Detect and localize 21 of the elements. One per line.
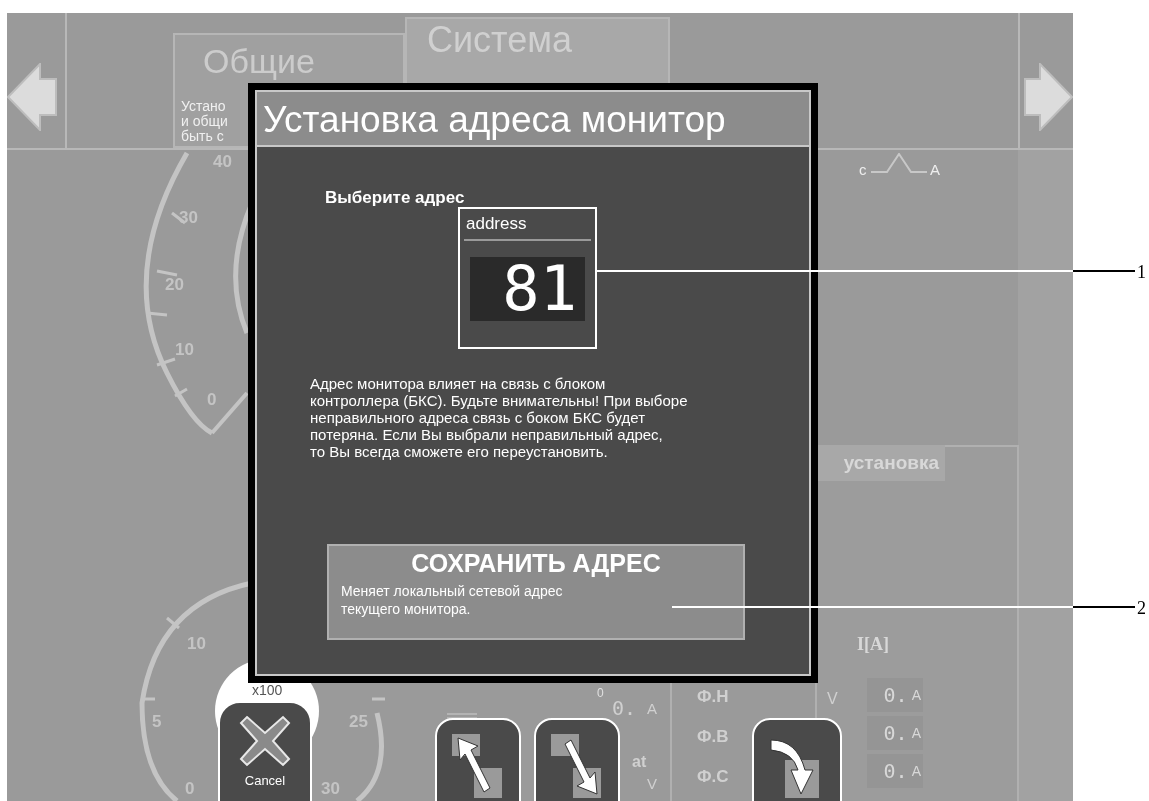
tab-description: Устано [181, 99, 226, 113]
unit-label: A [911, 723, 921, 743]
readout-value: 0. [883, 682, 908, 709]
address-label: address [464, 209, 591, 241]
scale-label: 0 [597, 687, 604, 699]
tab-description: и общи [181, 114, 228, 128]
prompt-label: Выберите адрес [325, 187, 465, 209]
multiplier-label: x100 [252, 683, 283, 697]
tab-description: быть с [181, 129, 224, 143]
address-value: 81 [470, 257, 585, 321]
callout-number: 1 [1137, 261, 1146, 284]
dialog-title: Установка адреса монитор [257, 92, 809, 147]
wave-label: c [859, 160, 867, 180]
unit-label: A [911, 761, 921, 781]
callout-number: 2 [1137, 597, 1146, 620]
readout-value: 0. [883, 758, 908, 785]
readout-value: 0. [883, 720, 908, 747]
current-header: I[A] [857, 633, 889, 656]
wave-label: A [930, 160, 940, 180]
warning-text: Адрес монитора влияет на связь с блоком контроллера (БКС). Будьте внимательны! При выборе неправильного адреса связь с боком БКС будет потеряна. Если Вы выбрали неправильный адрес, то Вы всегда сможете его переустановить. [310, 375, 689, 460]
unit-label: A [911, 685, 921, 705]
